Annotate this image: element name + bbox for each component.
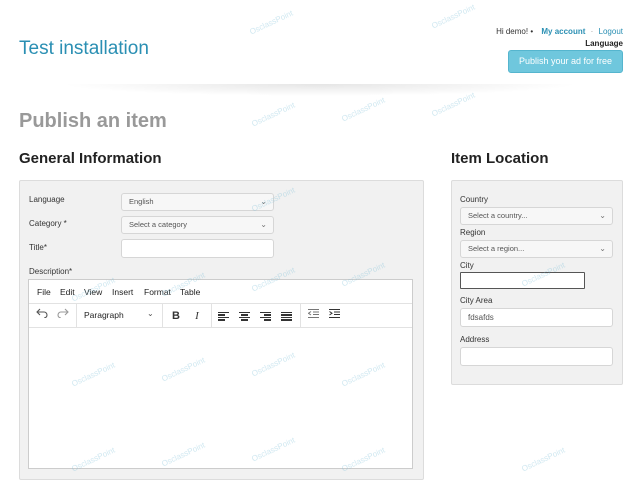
language-label: Language xyxy=(29,195,65,204)
dot-separator: · xyxy=(590,27,594,36)
outdent-icon[interactable] xyxy=(305,308,321,324)
watermark: OsclassPoint xyxy=(250,100,297,129)
header-shadow xyxy=(60,84,580,96)
menu-file[interactable]: File xyxy=(37,287,51,297)
toolbar-divider xyxy=(300,304,301,328)
site-title[interactable]: Test installation xyxy=(19,38,149,60)
chevron-down-icon: ⌄ xyxy=(260,220,267,229)
page-title: Publish an item xyxy=(19,110,167,132)
city-label: City xyxy=(460,261,474,270)
bullet-separator: • xyxy=(530,27,534,36)
city-area-label: City Area xyxy=(460,296,493,305)
align-left-icon[interactable] xyxy=(218,312,229,321)
align-center-icon[interactable] xyxy=(239,312,250,321)
editor-toolbar: Paragraph ⌄ B I xyxy=(29,304,412,328)
site-header: Test installation Hi demo! • My account … xyxy=(0,0,640,88)
description-label: Description* xyxy=(29,267,73,276)
toolbar-divider xyxy=(162,304,163,328)
country-label: Country xyxy=(460,195,489,204)
align-justify-icon[interactable] xyxy=(281,312,292,321)
watermark: OsclassPoint xyxy=(340,95,387,124)
region-label: Region xyxy=(460,228,486,237)
logout-link[interactable]: Logout xyxy=(599,27,623,36)
title-label: Title* xyxy=(29,243,47,252)
align-right-icon[interactable] xyxy=(260,312,271,321)
region-select-value: Select a region... xyxy=(468,244,525,253)
undo-icon[interactable] xyxy=(34,308,50,324)
bold-icon[interactable]: B xyxy=(168,308,184,324)
general-information-heading: General Information xyxy=(19,150,162,167)
chevron-down-icon: ⌄ xyxy=(599,244,606,253)
italic-icon[interactable]: I xyxy=(189,308,205,324)
address-label: Address xyxy=(460,335,490,344)
region-select[interactable]: Select a region... ⌄ xyxy=(460,240,613,258)
country-select-value: Select a country... xyxy=(468,211,528,220)
language-menu[interactable]: Language xyxy=(496,38,623,49)
chevron-down-icon: ⌄ xyxy=(599,211,606,220)
chevron-down-icon: ⌄ xyxy=(147,309,154,318)
redo-icon[interactable] xyxy=(55,308,71,324)
my-account-link[interactable]: My account xyxy=(541,27,585,36)
category-select[interactable]: Select a category ⌄ xyxy=(121,216,274,234)
watermark: OsclassPoint xyxy=(520,445,567,474)
toolbar-divider xyxy=(76,304,77,328)
menu-insert[interactable]: Insert xyxy=(112,287,133,297)
editor-content-area[interactable] xyxy=(29,329,412,469)
country-select[interactable]: Select a country... ⌄ xyxy=(460,207,613,225)
toolbar-divider xyxy=(211,304,212,328)
language-select-value: English xyxy=(129,197,154,206)
item-location-heading: Item Location xyxy=(451,150,549,167)
user-links: Hi demo! • My account · Logout Language xyxy=(496,26,623,49)
indent-icon[interactable] xyxy=(326,308,342,324)
address-input[interactable] xyxy=(460,347,613,366)
greeting: Hi demo! xyxy=(496,27,529,36)
title-input[interactable] xyxy=(121,239,274,258)
category-label: Category * xyxy=(29,219,67,228)
publish-ad-button[interactable]: Publish your ad for free xyxy=(508,50,623,73)
category-select-value: Select a category xyxy=(129,220,187,229)
block-format-select[interactable]: Paragraph xyxy=(84,310,124,320)
city-area-input[interactable]: fdsafds xyxy=(460,308,613,327)
